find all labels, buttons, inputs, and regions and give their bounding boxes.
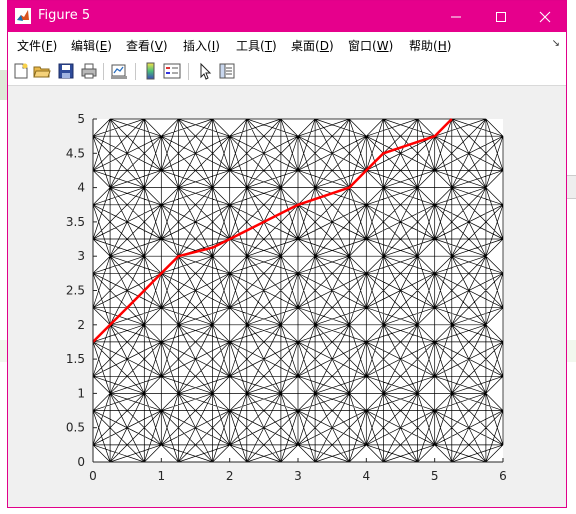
title-bar[interactable]: Figure 5 bbox=[8, 1, 566, 32]
maximize-icon bbox=[495, 11, 506, 22]
menu-edit[interactable]: 编辑(E) bbox=[71, 37, 112, 54]
close-icon bbox=[539, 11, 550, 22]
print-icon[interactable] bbox=[80, 62, 98, 80]
x-tick-label: 0 bbox=[89, 469, 97, 483]
matlab-logo-icon bbox=[15, 8, 31, 24]
y-tick-label: 4.5 bbox=[66, 146, 85, 160]
menu-dock-arrow-icon[interactable]: ↘ bbox=[552, 38, 560, 49]
x-tick-label: 5 bbox=[431, 469, 439, 483]
y-tick-label: 2.5 bbox=[66, 284, 85, 298]
new-figure-icon[interactable] bbox=[12, 62, 30, 80]
menu-bar: 文件(F) 编辑(E) 查看(V) 插入(I) 工具(T) 桌面(D) 窗口(W… bbox=[8, 32, 566, 58]
maximize-button[interactable] bbox=[478, 1, 523, 32]
y-tick-label: 1 bbox=[77, 386, 85, 400]
y-tick-label: 5 bbox=[77, 112, 85, 126]
x-tick-label: 4 bbox=[363, 469, 371, 483]
window-title: Figure 5 bbox=[38, 8, 91, 23]
figure-window: Figure 5 文件(F) 编辑(E) 查看(V) 插入(I) 工具(T) 桌… bbox=[7, 0, 567, 508]
edit-pointer-icon[interactable] bbox=[196, 62, 214, 80]
x-tick-label: 2 bbox=[226, 469, 234, 483]
save-icon[interactable] bbox=[57, 62, 75, 80]
y-tick-label: 2 bbox=[77, 318, 85, 332]
y-tick-label: 3.5 bbox=[66, 215, 85, 229]
toolbar-separator bbox=[188, 63, 189, 80]
menu-tools[interactable]: 工具(T) bbox=[236, 37, 277, 54]
link-plot-icon[interactable] bbox=[110, 62, 128, 80]
plot-axes[interactable]: 0 1 2 3 4 5 6 0 0.5 1 1.5 2 2.5 3 3.5 4 4.5 5 bbox=[8, 86, 566, 507]
toolbar bbox=[8, 58, 566, 86]
menu-file[interactable]: 文件(F) bbox=[17, 37, 57, 54]
property-inspector-icon[interactable] bbox=[218, 62, 236, 80]
menu-insert[interactable]: 插入(I) bbox=[183, 37, 220, 54]
y-tick-label: 3 bbox=[77, 249, 85, 263]
figure-canvas: 0 1 2 3 4 5 6 0 0.5 1 1.5 2 2.5 3 3.5 4 4.5 5 bbox=[8, 86, 566, 507]
y-tick-label: 0.5 bbox=[66, 421, 85, 435]
minimize-button[interactable] bbox=[433, 1, 478, 32]
y-tick-label: 0 bbox=[77, 455, 85, 469]
background-panel-fragment bbox=[566, 175, 576, 199]
menu-help[interactable]: 帮助(H) bbox=[409, 37, 451, 54]
toolbar-separator bbox=[103, 63, 104, 80]
menu-view[interactable]: 查看(V) bbox=[126, 37, 168, 54]
y-tick-label: 4 bbox=[77, 181, 85, 195]
y-tick-label: 1.5 bbox=[66, 352, 85, 366]
x-tick-label: 3 bbox=[294, 469, 302, 483]
menu-desktop[interactable]: 桌面(D) bbox=[291, 37, 334, 54]
menu-window[interactable]: 窗口(W) bbox=[348, 37, 393, 54]
colorbar-icon[interactable] bbox=[142, 62, 160, 80]
x-tick-label: 6 bbox=[499, 469, 507, 483]
open-file-icon[interactable] bbox=[33, 62, 51, 80]
legend-icon[interactable] bbox=[163, 62, 181, 80]
toolbar-separator bbox=[135, 63, 136, 80]
x-tick-label: 1 bbox=[158, 469, 166, 483]
minimize-icon bbox=[450, 16, 461, 17]
close-button[interactable] bbox=[522, 1, 567, 32]
